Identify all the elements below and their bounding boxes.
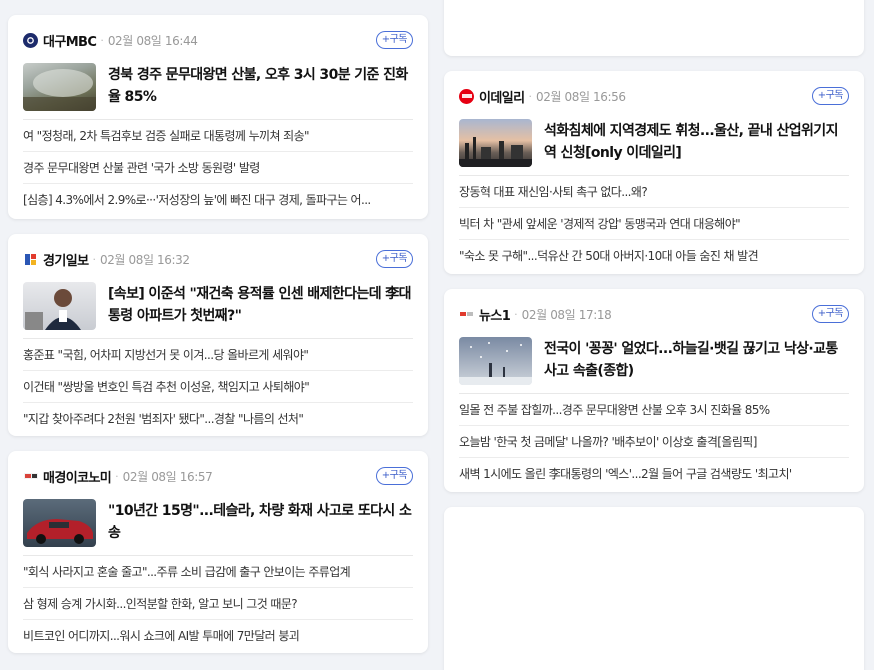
headline-text[interactable]: 경북 경주 문무대왕면 산불, 오후 3시 30분 기준 진화율 85% bbox=[108, 63, 413, 108]
publish-time: 02월 08일 16:57 bbox=[122, 469, 213, 484]
list-item[interactable]: 여 "정청래, 2차 특검후보 검증 실패로 대통령께 누끼쳐 죄송" bbox=[23, 120, 413, 152]
publish-time: 02월 08일 16:44 bbox=[107, 33, 198, 48]
news-card-mkeconomy: 매경이코노미 · 02월 08일 16:57 +구독 "10년간 15명"...… bbox=[8, 451, 428, 653]
subscribe-button[interactable]: +구독 bbox=[811, 305, 849, 323]
subscribe-button[interactable]: +구독 bbox=[375, 250, 413, 268]
news1-logo-icon bbox=[459, 307, 474, 322]
press-name[interactable]: 매경이코노미 bbox=[43, 467, 112, 486]
headline-text[interactable]: 석화침체에 지역경제도 휘청...울산, 끝내 산업위기지역 신청[only 이… bbox=[544, 119, 849, 164]
list-item[interactable]: 삼 형제 승계 가시화...인적분할 한화, 알고 보니 그것 때문? bbox=[23, 588, 413, 620]
article-thumbnail[interactable] bbox=[459, 119, 532, 167]
list-item[interactable]: "숙소 못 구해"...덕유산 간 50대 아버지·10대 아들 숨진 채 발견 bbox=[459, 240, 849, 272]
article-thumbnail[interactable] bbox=[23, 282, 96, 330]
list-item[interactable]: 새벽 1시에도 올린 李대통령의 '엑스'...2월 들어 구글 검색량도 '최… bbox=[459, 458, 849, 490]
card-header: 매경이코노미 · 02월 08일 16:57 +구독 bbox=[23, 451, 413, 499]
kyeonggi-logo-icon bbox=[23, 251, 38, 267]
news-card-news1: 뉴스1 · 02월 08일 17:18 +구독 전국이 '꽁꽁' 얼었다...하… bbox=[444, 289, 864, 492]
article-thumbnail[interactable] bbox=[23, 63, 96, 111]
headline-article[interactable]: 석화침체에 지역경제도 휘청...울산, 끝내 산업위기지역 신청[only 이… bbox=[459, 119, 849, 176]
empty-card-bottom bbox=[444, 507, 864, 670]
list-item[interactable]: 일몰 전 주불 잡힐까...경주 문무대왕면 산불 오후 3시 진화율 85% bbox=[459, 394, 849, 426]
list-item[interactable]: "지갑 찾아주려다 2천원 '범죄자' 됐다"...경찰 "나름의 선처" bbox=[23, 403, 413, 435]
publish-time: 02월 08일 17:18 bbox=[521, 307, 612, 322]
article-thumbnail[interactable] bbox=[23, 499, 96, 547]
card-header: 뉴스1 · 02월 08일 17:18 +구독 bbox=[459, 289, 849, 337]
headline-article[interactable]: 경북 경주 문무대왕면 산불, 오후 3시 30분 기준 진화율 85% bbox=[23, 63, 413, 120]
subscribe-button[interactable]: +구독 bbox=[375, 467, 413, 485]
mkeconomy-logo-icon bbox=[23, 469, 38, 484]
list-item[interactable]: 비트코인 어디까지...워시 쇼크에 AI발 투매에 7만달러 붕괴 bbox=[23, 620, 413, 652]
press-name[interactable]: 대구MBC bbox=[43, 31, 97, 50]
edaily-logo-icon bbox=[459, 88, 474, 104]
subscribe-button[interactable]: +구독 bbox=[375, 31, 413, 49]
card-header: 대구MBC · 02월 08일 16:44 +구독 bbox=[23, 15, 413, 63]
news-card-edaily: 이데일리 · 02월 08일 16:56 +구독 석화침체에 지역경제도 휘청.… bbox=[444, 71, 864, 274]
list-item[interactable]: 이건태 "쌍방울 변호인 특검 추천 이성윤, 책임지고 사퇴해야" bbox=[23, 371, 413, 403]
article-thumbnail[interactable] bbox=[459, 337, 532, 385]
press-name[interactable]: 이데일리 bbox=[479, 87, 525, 106]
list-item[interactable]: 경주 문무대왕면 산불 관련 '국가 소방 동원령' 발령 bbox=[23, 152, 413, 184]
daegumbc-logo-icon bbox=[23, 32, 38, 48]
headline-article[interactable]: "10년간 15명"...테슬라, 차량 화재 사고로 또다시 소송 bbox=[23, 499, 413, 556]
subscribe-button[interactable]: +구독 bbox=[811, 87, 849, 105]
headline-text[interactable]: 전국이 '꽁꽁' 얼었다...하늘길·뱃길 끊기고 낙상·교통사고 속출(종합) bbox=[544, 337, 849, 382]
list-item[interactable]: [심층] 4.3%에서 2.9%로···'저성장의 늪'에 빠진 대구 경제, … bbox=[23, 184, 413, 216]
list-item[interactable]: "회식 사라지고 혼술 줄고"...주류 소비 급감에 출구 안보이는 주류업계 bbox=[23, 556, 413, 588]
publish-time: 02월 08일 16:56 bbox=[535, 89, 626, 104]
headline-text[interactable]: "10년간 15명"...테슬라, 차량 화재 사고로 또다시 소송 bbox=[108, 499, 413, 544]
headline-article[interactable]: 전국이 '꽁꽁' 얼었다...하늘길·뱃길 끊기고 낙상·교통사고 속출(종합) bbox=[459, 337, 849, 394]
press-name[interactable]: 뉴스1 bbox=[479, 305, 511, 324]
news-card-daegumbc: 대구MBC · 02월 08일 16:44 +구독 경북 경주 문무대왕면 산불… bbox=[8, 15, 428, 219]
publish-time: 02월 08일 16:32 bbox=[99, 252, 190, 267]
news-card-kyeonggi: 경기일보 · 02월 08일 16:32 +구독 [속보] 이준석 "재건축 용… bbox=[8, 234, 428, 436]
list-item[interactable]: 오늘밤 '한국 첫 금메달' 나올까? '배추보이' 이상호 출격[올림픽] bbox=[459, 426, 849, 458]
headline-article[interactable]: [속보] 이준석 "재건축 용적률 인센 배제한다는데 李대통령 아파트가 첫번… bbox=[23, 282, 413, 339]
card-header: 이데일리 · 02월 08일 16:56 +구독 bbox=[459, 71, 849, 119]
press-name[interactable]: 경기일보 bbox=[43, 250, 89, 269]
headline-text[interactable]: [속보] 이준석 "재건축 용적률 인센 배제한다는데 李대통령 아파트가 첫번… bbox=[108, 282, 413, 327]
list-item[interactable]: 빅터 차 "관세 앞세운 '경제적 강압' 동맹국과 연대 대응해야" bbox=[459, 208, 849, 240]
list-item[interactable]: 장동혁 대표 재신임·사퇴 촉구 없다...왜? bbox=[459, 176, 849, 208]
card-header: 경기일보 · 02월 08일 16:32 +구독 bbox=[23, 234, 413, 282]
empty-card-top bbox=[444, 0, 864, 56]
list-item[interactable]: 홍준표 "국힘, 어차피 지방선거 못 이겨...당 올바르게 세워야" bbox=[23, 339, 413, 371]
